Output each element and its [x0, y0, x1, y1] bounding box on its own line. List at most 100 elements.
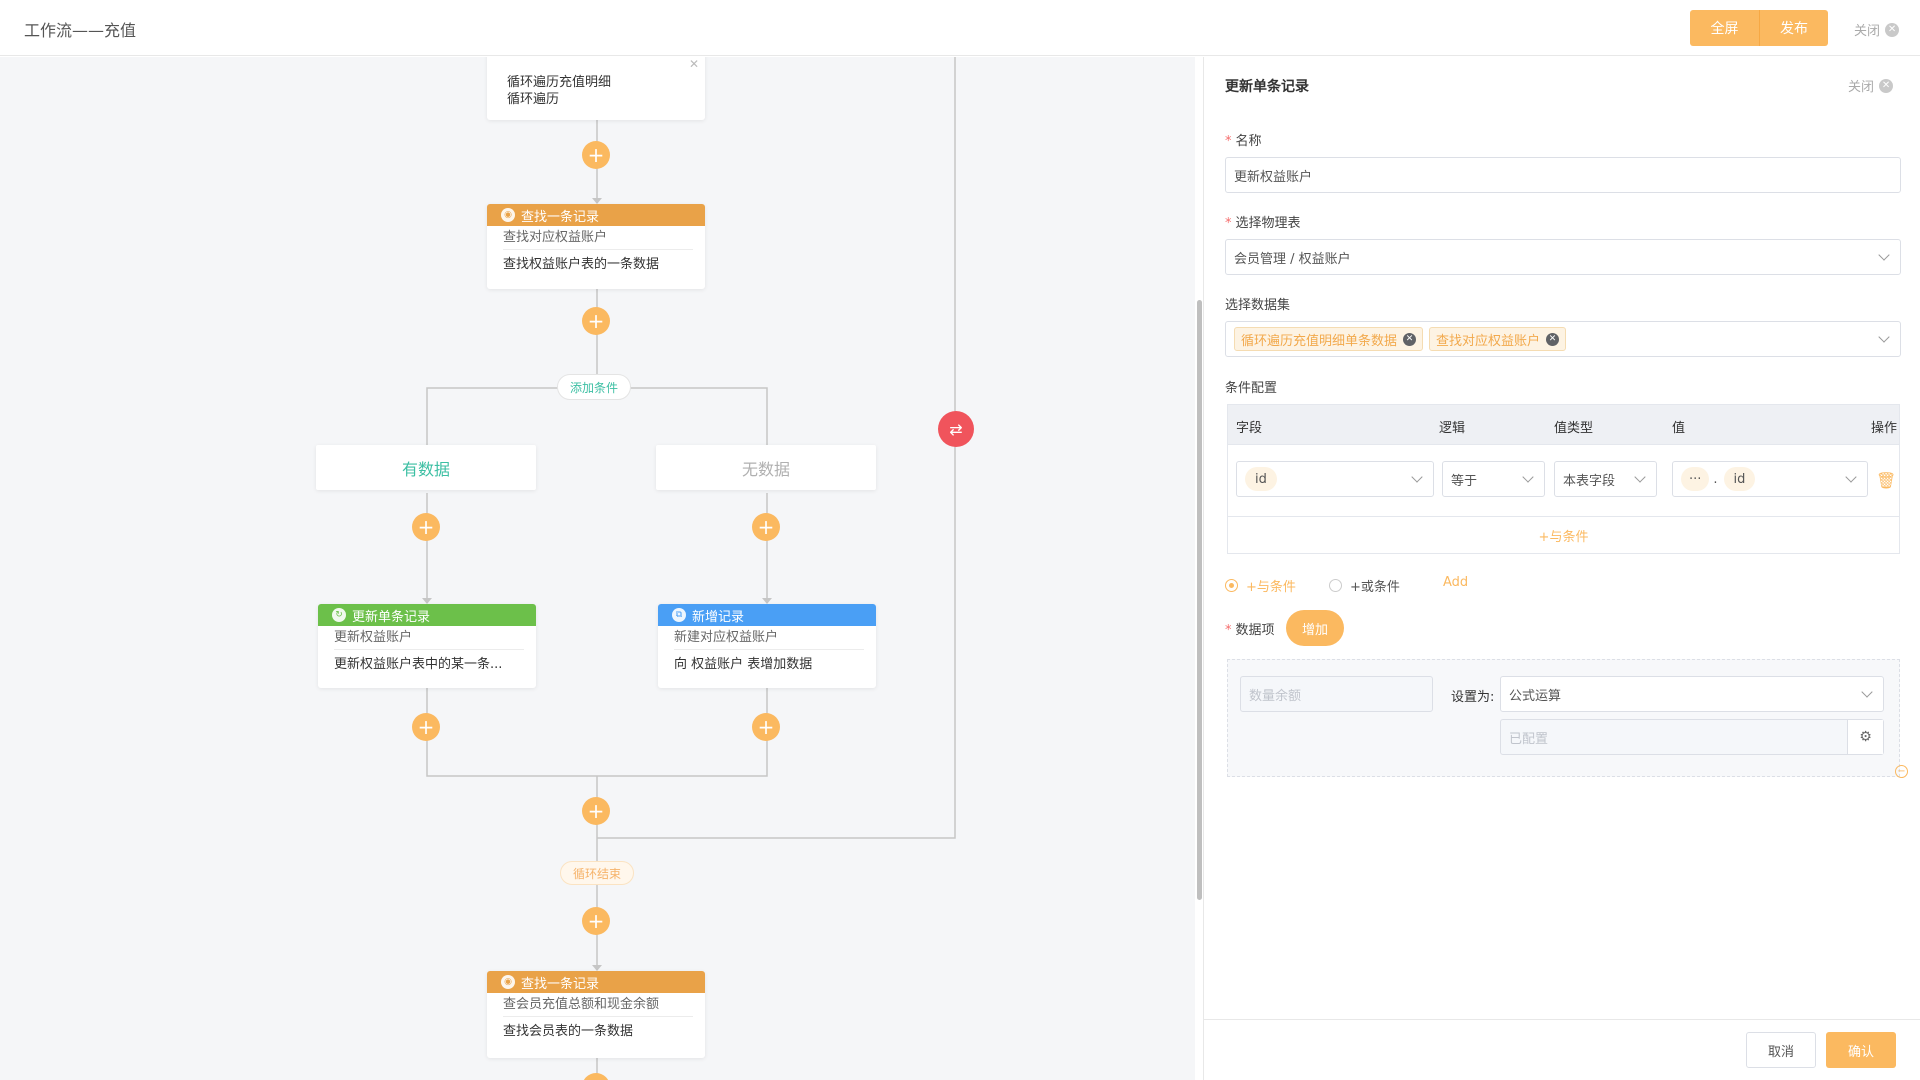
- node-type-label: 新增记录: [692, 609, 745, 625]
- find-record-node[interactable]: ◉ 查找一条记录 查会员充值总额和现金余额 查找会员表的一条数据: [487, 971, 705, 1058]
- add-link[interactable]: Add: [1443, 575, 1468, 590]
- value-separator: .: [1713, 471, 1718, 487]
- node-type-label: 更新单条记录: [352, 609, 431, 625]
- value-select[interactable]: ··· . id: [1672, 461, 1868, 497]
- add-step-button[interactable]: +: [582, 907, 610, 935]
- field-select[interactable]: id: [1236, 461, 1434, 497]
- add-step-button[interactable]: +: [412, 513, 440, 541]
- node-type-label: 查找一条记录: [521, 976, 600, 992]
- search-icon: ◉: [501, 208, 515, 222]
- find-record-node[interactable]: ◉ 查找一条记录 查找对应权益账户 查找权益账户表的一条数据: [487, 204, 705, 289]
- condition-row: id 等于 本表字段 ··· . id 🗑: [1228, 445, 1899, 517]
- loop-toggle-button[interactable]: ⇄: [938, 411, 974, 447]
- workflow-canvas[interactable]: ✕ 循环遍历充值明细 循环遍历 + ◉ 查找一条记录 查找对应权益账户 查找权益…: [0, 57, 1195, 1080]
- value-source-chip: ···: [1681, 467, 1710, 491]
- search-icon: ◉: [501, 975, 515, 989]
- add-and-condition-link[interactable]: +与条件: [1228, 517, 1899, 553]
- chevron-down-icon: [1878, 331, 1890, 343]
- node-header: ◉ 查找一条记录: [487, 971, 705, 993]
- confirm-button[interactable]: 确认: [1826, 1032, 1896, 1068]
- node-header: ↻ 更新单条记录: [318, 604, 536, 626]
- data-item-box: 数量余额 设置为: 公式运算 已配置 ⚙: [1227, 659, 1900, 777]
- add-step-button[interactable]: +: [582, 141, 610, 169]
- refresh-icon: ↻: [332, 608, 346, 622]
- create-record-node[interactable]: ⧉ 新增记录 新建对应权益账户 向 权益账户 表增加数据: [658, 604, 876, 688]
- col-value-type: 值类型: [1554, 421, 1594, 436]
- close-panel-button[interactable]: 关闭 ✕: [1848, 76, 1894, 95]
- add-condition-button[interactable]: 添加条件: [557, 374, 631, 400]
- field-chip: id: [1245, 467, 1277, 491]
- dataset-tag: 循环遍历充值明细单条数据 ✕: [1234, 327, 1424, 351]
- remove-tag-icon[interactable]: ✕: [1546, 332, 1560, 346]
- value-type-select[interactable]: 本表字段: [1554, 461, 1657, 497]
- radio-unchecked-icon: [1329, 579, 1342, 592]
- loop-node[interactable]: ✕ 循环遍历充值明细 循环遍历: [487, 57, 705, 120]
- name-input[interactable]: 更新权益账户: [1225, 157, 1901, 193]
- loop-end-label: 循环结束: [560, 861, 634, 885]
- node-header: ◉ 查找一条记录: [487, 204, 705, 226]
- page-title: 工作流——充值: [24, 21, 137, 40]
- chevron-down-icon: [1634, 471, 1646, 483]
- node-description: 查找权益账户表的一条数据: [503, 257, 660, 272]
- col-logic: 逻辑: [1439, 421, 1466, 436]
- close-label: 关闭: [1848, 80, 1875, 95]
- table-select[interactable]: 会员管理 / 权益账户: [1225, 239, 1901, 275]
- gear-icon[interactable]: ⚙: [1847, 720, 1883, 754]
- dataset-label: 选择数据集: [1225, 298, 1291, 313]
- delete-icon[interactable]: 🗑: [1876, 471, 1896, 490]
- condition-label: 条件配置: [1225, 381, 1278, 396]
- node-close-icon[interactable]: ✕: [689, 57, 699, 71]
- logic-select[interactable]: 等于: [1442, 461, 1545, 497]
- top-bar: 工作流——充值 全屏 发布 关闭 ✕: [0, 0, 1920, 56]
- set-as-select[interactable]: 公式运算: [1500, 676, 1884, 712]
- remove-data-item-icon[interactable]: −: [1895, 765, 1908, 778]
- node-description: 查找会员表的一条数据: [503, 1024, 634, 1039]
- node-description: 更新权益账户表中的某一条...: [334, 657, 503, 672]
- node-subtitle: 查会员充值总额和现金余额: [503, 993, 693, 1017]
- close-icon: ✕: [1879, 78, 1894, 93]
- panel-footer: 取消 确认: [1204, 1019, 1920, 1080]
- radio-and-condition[interactable]: +与条件: [1225, 576, 1296, 595]
- canvas-scrollbar[interactable]: [1197, 300, 1202, 900]
- table-label: * 选择物理表: [1225, 216, 1301, 231]
- branch-no-data[interactable]: 无数据: [656, 445, 876, 490]
- data-field-input[interactable]: 数量余额: [1240, 676, 1433, 712]
- condition-table: 字段 逻辑 值类型 值 操作 id 等于 本表字段 ··· . id 🗑 +与条…: [1227, 404, 1900, 554]
- name-label: * 名称: [1225, 134, 1262, 149]
- col-action: 操作: [1871, 421, 1898, 436]
- add-data-item-button[interactable]: 增加: [1286, 610, 1344, 646]
- close-label: 关闭: [1854, 24, 1881, 39]
- node-config-panel: 更新单条记录 关闭 ✕ * 名称 更新权益账户 * 选择物理表 会员管理 / 权益账…: [1203, 57, 1920, 1080]
- formula-input[interactable]: 已配置 ⚙: [1500, 719, 1884, 755]
- branch-has-data[interactable]: 有数据: [316, 445, 536, 490]
- add-step-button[interactable]: +: [582, 307, 610, 335]
- publish-button[interactable]: 发布: [1759, 10, 1828, 46]
- add-step-button[interactable]: +: [752, 513, 780, 541]
- add-step-button[interactable]: +: [582, 797, 610, 825]
- close-workflow-button[interactable]: 关闭 ✕: [1854, 20, 1900, 39]
- radio-or-condition[interactable]: +或条件: [1329, 576, 1400, 595]
- node-header: ⧉ 新增记录: [658, 604, 876, 626]
- chevron-down-icon: [1522, 471, 1534, 483]
- fullscreen-button[interactable]: 全屏: [1690, 10, 1759, 46]
- cancel-button[interactable]: 取消: [1746, 1032, 1816, 1068]
- add-step-button[interactable]: +: [412, 713, 440, 741]
- add-record-icon: ⧉: [672, 608, 686, 622]
- table-value: 会员管理 / 权益账户: [1234, 251, 1351, 267]
- remove-tag-icon[interactable]: ✕: [1403, 332, 1417, 346]
- node-description: 向 权益账户 表增加数据: [674, 657, 813, 672]
- close-icon: ✕: [1885, 22, 1900, 37]
- node-subtitle: 查找对应权益账户: [503, 226, 693, 250]
- chevron-down-icon: [1411, 471, 1423, 483]
- set-as-label: 设置为:: [1451, 690, 1495, 705]
- dataset-select[interactable]: 循环遍历充值明细单条数据 ✕ 查找对应权益账户 ✕: [1225, 321, 1901, 357]
- radio-checked-icon: [1225, 579, 1238, 592]
- header-button-group: 全屏 发布: [1690, 10, 1828, 46]
- dataset-tag: 查找对应权益账户 ✕: [1429, 327, 1567, 351]
- panel-title: 更新单条记录: [1225, 79, 1309, 95]
- chevron-down-icon: [1845, 471, 1857, 483]
- add-step-button[interactable]: +: [752, 713, 780, 741]
- col-field: 字段: [1236, 421, 1263, 436]
- update-record-node[interactable]: ↻ 更新单条记录 更新权益账户 更新权益账户表中的某一条...: [318, 604, 536, 688]
- chevron-down-icon: [1861, 686, 1873, 698]
